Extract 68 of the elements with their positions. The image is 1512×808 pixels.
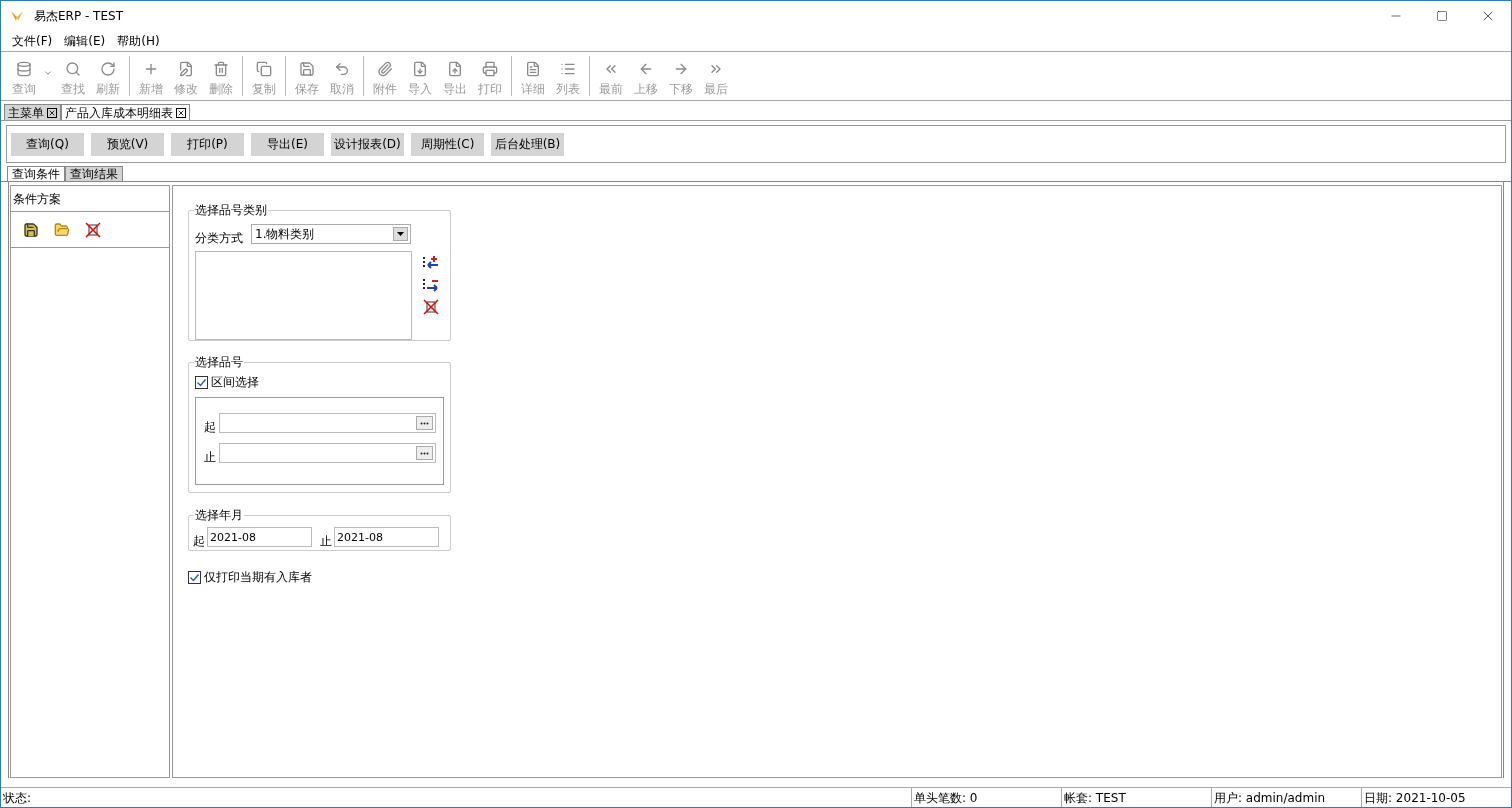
tab-close-icon[interactable] [176, 107, 186, 118]
category-list[interactable] [195, 251, 412, 340]
file-export-icon [446, 61, 463, 77]
menu-item[interactable]: 文件(F) [7, 32, 58, 50]
status-cell: 单头笔数: 0 [911, 787, 1061, 807]
group-legend: 选择品号类别 [194, 202, 268, 218]
undo-icon [333, 61, 350, 77]
caret-icon [43, 68, 53, 78]
classify-dropdown[interactable]: 1.物料类别 [251, 224, 411, 244]
checkbox-label: 区间选择 [211, 374, 259, 391]
menu-item[interactable]: 编辑(E) [59, 32, 111, 50]
field-label: 分类方式 [195, 230, 243, 247]
panel-title: 条件方案 [11, 186, 169, 212]
tab-close-icon[interactable] [47, 107, 57, 118]
start-month-field[interactable]: 2021-08 [207, 527, 312, 547]
menu-item[interactable]: 帮助(H) [112, 32, 165, 50]
document-tab[interactable]: 主菜单 [4, 104, 61, 120]
maximize-icon [1436, 10, 1448, 22]
browse-button[interactable] [416, 416, 433, 430]
document-tab[interactable]: 产品入库成本明细表 [61, 104, 190, 120]
delete-icon[interactable] [85, 221, 101, 238]
add-item-icon[interactable] [422, 255, 440, 271]
sub-tab[interactable]: 查询结果 [65, 166, 123, 181]
document-icon [524, 61, 541, 77]
field-label: 起 [193, 535, 205, 547]
file-import-icon [411, 61, 428, 77]
checkbox-label: 仅打印当期有入库者 [204, 569, 312, 586]
ellipsis-icon [420, 421, 429, 425]
save-icon [298, 61, 315, 77]
printer-icon [481, 61, 498, 77]
status-text: 状态: [2, 789, 33, 807]
status-cell: 用户: admin/admin [1211, 787, 1361, 807]
edit-icon [177, 61, 194, 77]
group-legend: 选择年月 [194, 507, 244, 523]
sub-tab[interactable]: 查询条件 [7, 166, 65, 181]
action-button[interactable]: 设计报表(D) [331, 132, 404, 156]
field-label: 止 [320, 535, 332, 547]
refresh-icon [99, 61, 116, 77]
action-button[interactable]: 预览(V) [91, 132, 164, 156]
item-code-field[interactable] [219, 413, 436, 433]
checkbox[interactable] [188, 570, 201, 584]
checkbox[interactable] [195, 375, 208, 389]
database-icon [15, 61, 32, 77]
action-button[interactable]: 周期性(C) [411, 132, 484, 156]
action-button[interactable]: 后台处理(B) [491, 132, 564, 156]
remove-item-icon[interactable] [422, 277, 440, 293]
save-icon[interactable] [23, 221, 39, 238]
folder-icon[interactable] [54, 221, 70, 238]
search-icon [64, 61, 81, 77]
copy-icon [255, 61, 272, 77]
status-cell: 日期: 2021-10-05 [1361, 787, 1511, 807]
action-button[interactable]: 打印(P) [171, 132, 244, 156]
list-icon [559, 61, 576, 77]
field-label: 止 [204, 451, 216, 463]
item-code-field[interactable] [219, 443, 436, 463]
group-legend: 选择品号 [194, 354, 244, 370]
trash-icon [212, 61, 229, 77]
paperclip-icon [376, 61, 393, 77]
window-title: 易杰ERP - TEST [34, 8, 123, 25]
clear-icon[interactable] [422, 299, 440, 315]
action-button[interactable]: 查询(Q) [11, 132, 84, 156]
end-month-field[interactable]: 2021-08 [334, 527, 439, 547]
status-cell: 帐套: TEST [1061, 787, 1211, 807]
field-label: 起 [204, 421, 216, 433]
logo-icon [10, 9, 24, 23]
browse-button[interactable] [416, 446, 433, 460]
action-button[interactable]: 导出(E) [251, 132, 324, 156]
ellipsis-icon [420, 451, 429, 455]
